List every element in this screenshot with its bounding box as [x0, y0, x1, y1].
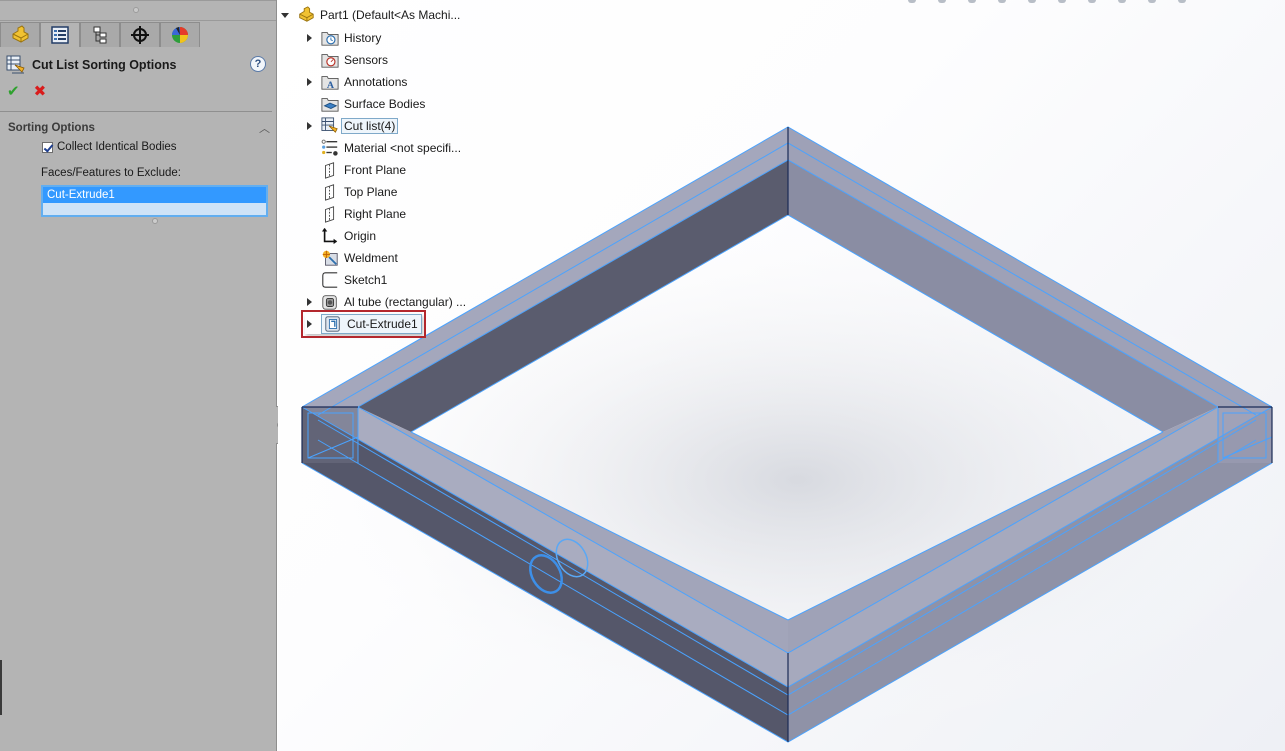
tree-item-label: Annotations	[344, 75, 408, 89]
tree-item-label: Sketch1	[344, 273, 388, 287]
tree-item-top-plane[interactable]: Top Plane	[305, 182, 397, 202]
tree-item-label: History	[344, 31, 382, 45]
history-folder-icon	[321, 32, 339, 46]
tree-item-label: Weldment	[344, 251, 398, 265]
property-manager-icon	[51, 26, 69, 44]
tree-item-label: Al tube (rectangular) ...	[344, 295, 467, 309]
tree-item-label: Cut list(4)	[341, 118, 399, 134]
expand-arrow-icon[interactable]	[305, 34, 313, 42]
tree-item-surface-bodies[interactable]: Surface Bodies	[305, 94, 425, 114]
annotations-folder-icon: A	[321, 76, 339, 91]
tree-item-label: Origin	[344, 229, 377, 243]
appearance-icon	[172, 27, 188, 43]
expand-arrow-icon[interactable]	[281, 11, 289, 19]
tree-item-annotations[interactable]: A Annotations	[305, 72, 407, 92]
splitter-grip[interactable]	[133, 7, 139, 13]
window-edge	[0, 660, 2, 715]
collect-identical-bodies-label: Collect Identical Bodies	[57, 141, 177, 153]
material-icon	[321, 139, 338, 156]
expand-arrow-icon[interactable]	[305, 320, 313, 328]
property-manager-panel: Cut List Sorting Options ? ✔ ✖ Sorting O…	[0, 0, 277, 751]
tree-item-right-plane[interactable]: Right Plane	[305, 204, 406, 224]
weldment-icon	[322, 250, 338, 266]
sensors-folder-icon	[321, 54, 339, 68]
property-manager-title: Cut List Sorting Options	[32, 58, 177, 72]
property-manager-header: Cut List Sorting Options ?	[6, 54, 268, 76]
tree-item-label: Sensors	[344, 53, 389, 67]
weldment-frame-model[interactable]	[278, 0, 1285, 751]
tree-item-cut-list[interactable]: Cut list(4)	[305, 116, 399, 136]
cut-extrude-icon	[325, 316, 340, 332]
collapse-chevron-icon[interactable]: ︿	[259, 120, 270, 136]
tree-item-label: Top Plane	[344, 185, 398, 199]
tree-item-sensors[interactable]: Sensors	[305, 50, 388, 70]
tab-feature-manager[interactable]	[0, 22, 40, 47]
tree-item-history[interactable]: History	[305, 28, 381, 48]
plane-icon	[325, 162, 335, 179]
cut-list-icon	[321, 117, 338, 133]
selection-box-resize-handle[interactable]	[152, 218, 158, 224]
exclude-list-item[interactable]: Cut-Extrude1	[43, 187, 266, 203]
plane-icon	[325, 184, 335, 201]
cut-list-sorting-icon	[6, 55, 25, 74]
tree-item-material[interactable]: Material <not specifi...	[305, 138, 461, 158]
expand-arrow-icon[interactable]	[305, 122, 313, 130]
graphics-area[interactable]	[278, 0, 1285, 751]
tree-item-label: Surface Bodies	[344, 97, 426, 111]
divider	[0, 111, 272, 112]
cancel-button[interactable]: ✖	[34, 82, 47, 100]
configuration-icon	[93, 26, 107, 44]
tree-item-sketch1[interactable]: Sketch1	[305, 270, 387, 290]
part-icon	[12, 25, 29, 43]
tree-item-weldment[interactable]: Weldment	[305, 248, 398, 268]
surface-bodies-folder-icon	[321, 98, 339, 112]
origin-icon	[321, 227, 338, 245]
tree-item-origin[interactable]: Origin	[305, 226, 376, 246]
sorting-options-label: Sorting Options	[8, 122, 95, 134]
tab-configuration-manager[interactable]	[80, 22, 120, 47]
collect-identical-bodies-checkbox[interactable]	[42, 141, 53, 153]
tab-dimxpert-manager[interactable]	[120, 22, 160, 47]
tree-item-label: Material <not specifi...	[344, 141, 462, 155]
cut-extrude1-selection[interactable]: Cut-Extrude1	[321, 314, 422, 334]
sorting-options-group-header[interactable]: Sorting Options ︿	[8, 120, 272, 136]
help-icon[interactable]: ?	[250, 56, 266, 72]
manager-tabs	[0, 22, 276, 47]
tree-item-label: Right Plane	[344, 207, 407, 221]
frame-end-cap-right	[1218, 407, 1272, 463]
crosshair-icon	[131, 26, 149, 44]
expand-arrow-icon[interactable]	[305, 78, 313, 86]
tree-item-cut-extrude1[interactable]: Cut-Extrude1	[301, 310, 426, 338]
part-icon	[299, 6, 314, 22]
svg-text:A: A	[327, 80, 335, 91]
ok-cancel-buttons: ✔ ✖	[7, 82, 46, 100]
tab-property-manager[interactable]	[40, 22, 80, 47]
plane-icon	[325, 206, 335, 223]
panel-top-splitter[interactable]	[0, 0, 276, 21]
tree-item-label: Cut-Extrude1	[347, 317, 418, 331]
collect-identical-bodies-option[interactable]: Collect Identical Bodies	[42, 141, 177, 153]
tree-item-structural-member[interactable]: Al tube (rectangular) ...	[305, 292, 466, 312]
tab-display-manager[interactable]	[160, 22, 200, 47]
sketch-icon	[322, 272, 338, 288]
tree-item-front-plane[interactable]: Front Plane	[305, 160, 406, 180]
ok-button[interactable]: ✔	[7, 82, 20, 100]
faces-features-exclude-selection-box[interactable]: Cut-Extrude1	[41, 185, 268, 217]
tree-item-label: Front Plane	[344, 163, 407, 177]
tree-item-label: Part1 (Default<As Machi...	[320, 8, 461, 22]
faces-features-exclude-label: Faces/Features to Exclude:	[41, 167, 181, 179]
structural-member-icon	[322, 295, 337, 310]
tree-root-part1[interactable]: Part1 (Default<As Machi...	[281, 5, 460, 25]
expand-arrow-icon[interactable]	[305, 298, 313, 306]
